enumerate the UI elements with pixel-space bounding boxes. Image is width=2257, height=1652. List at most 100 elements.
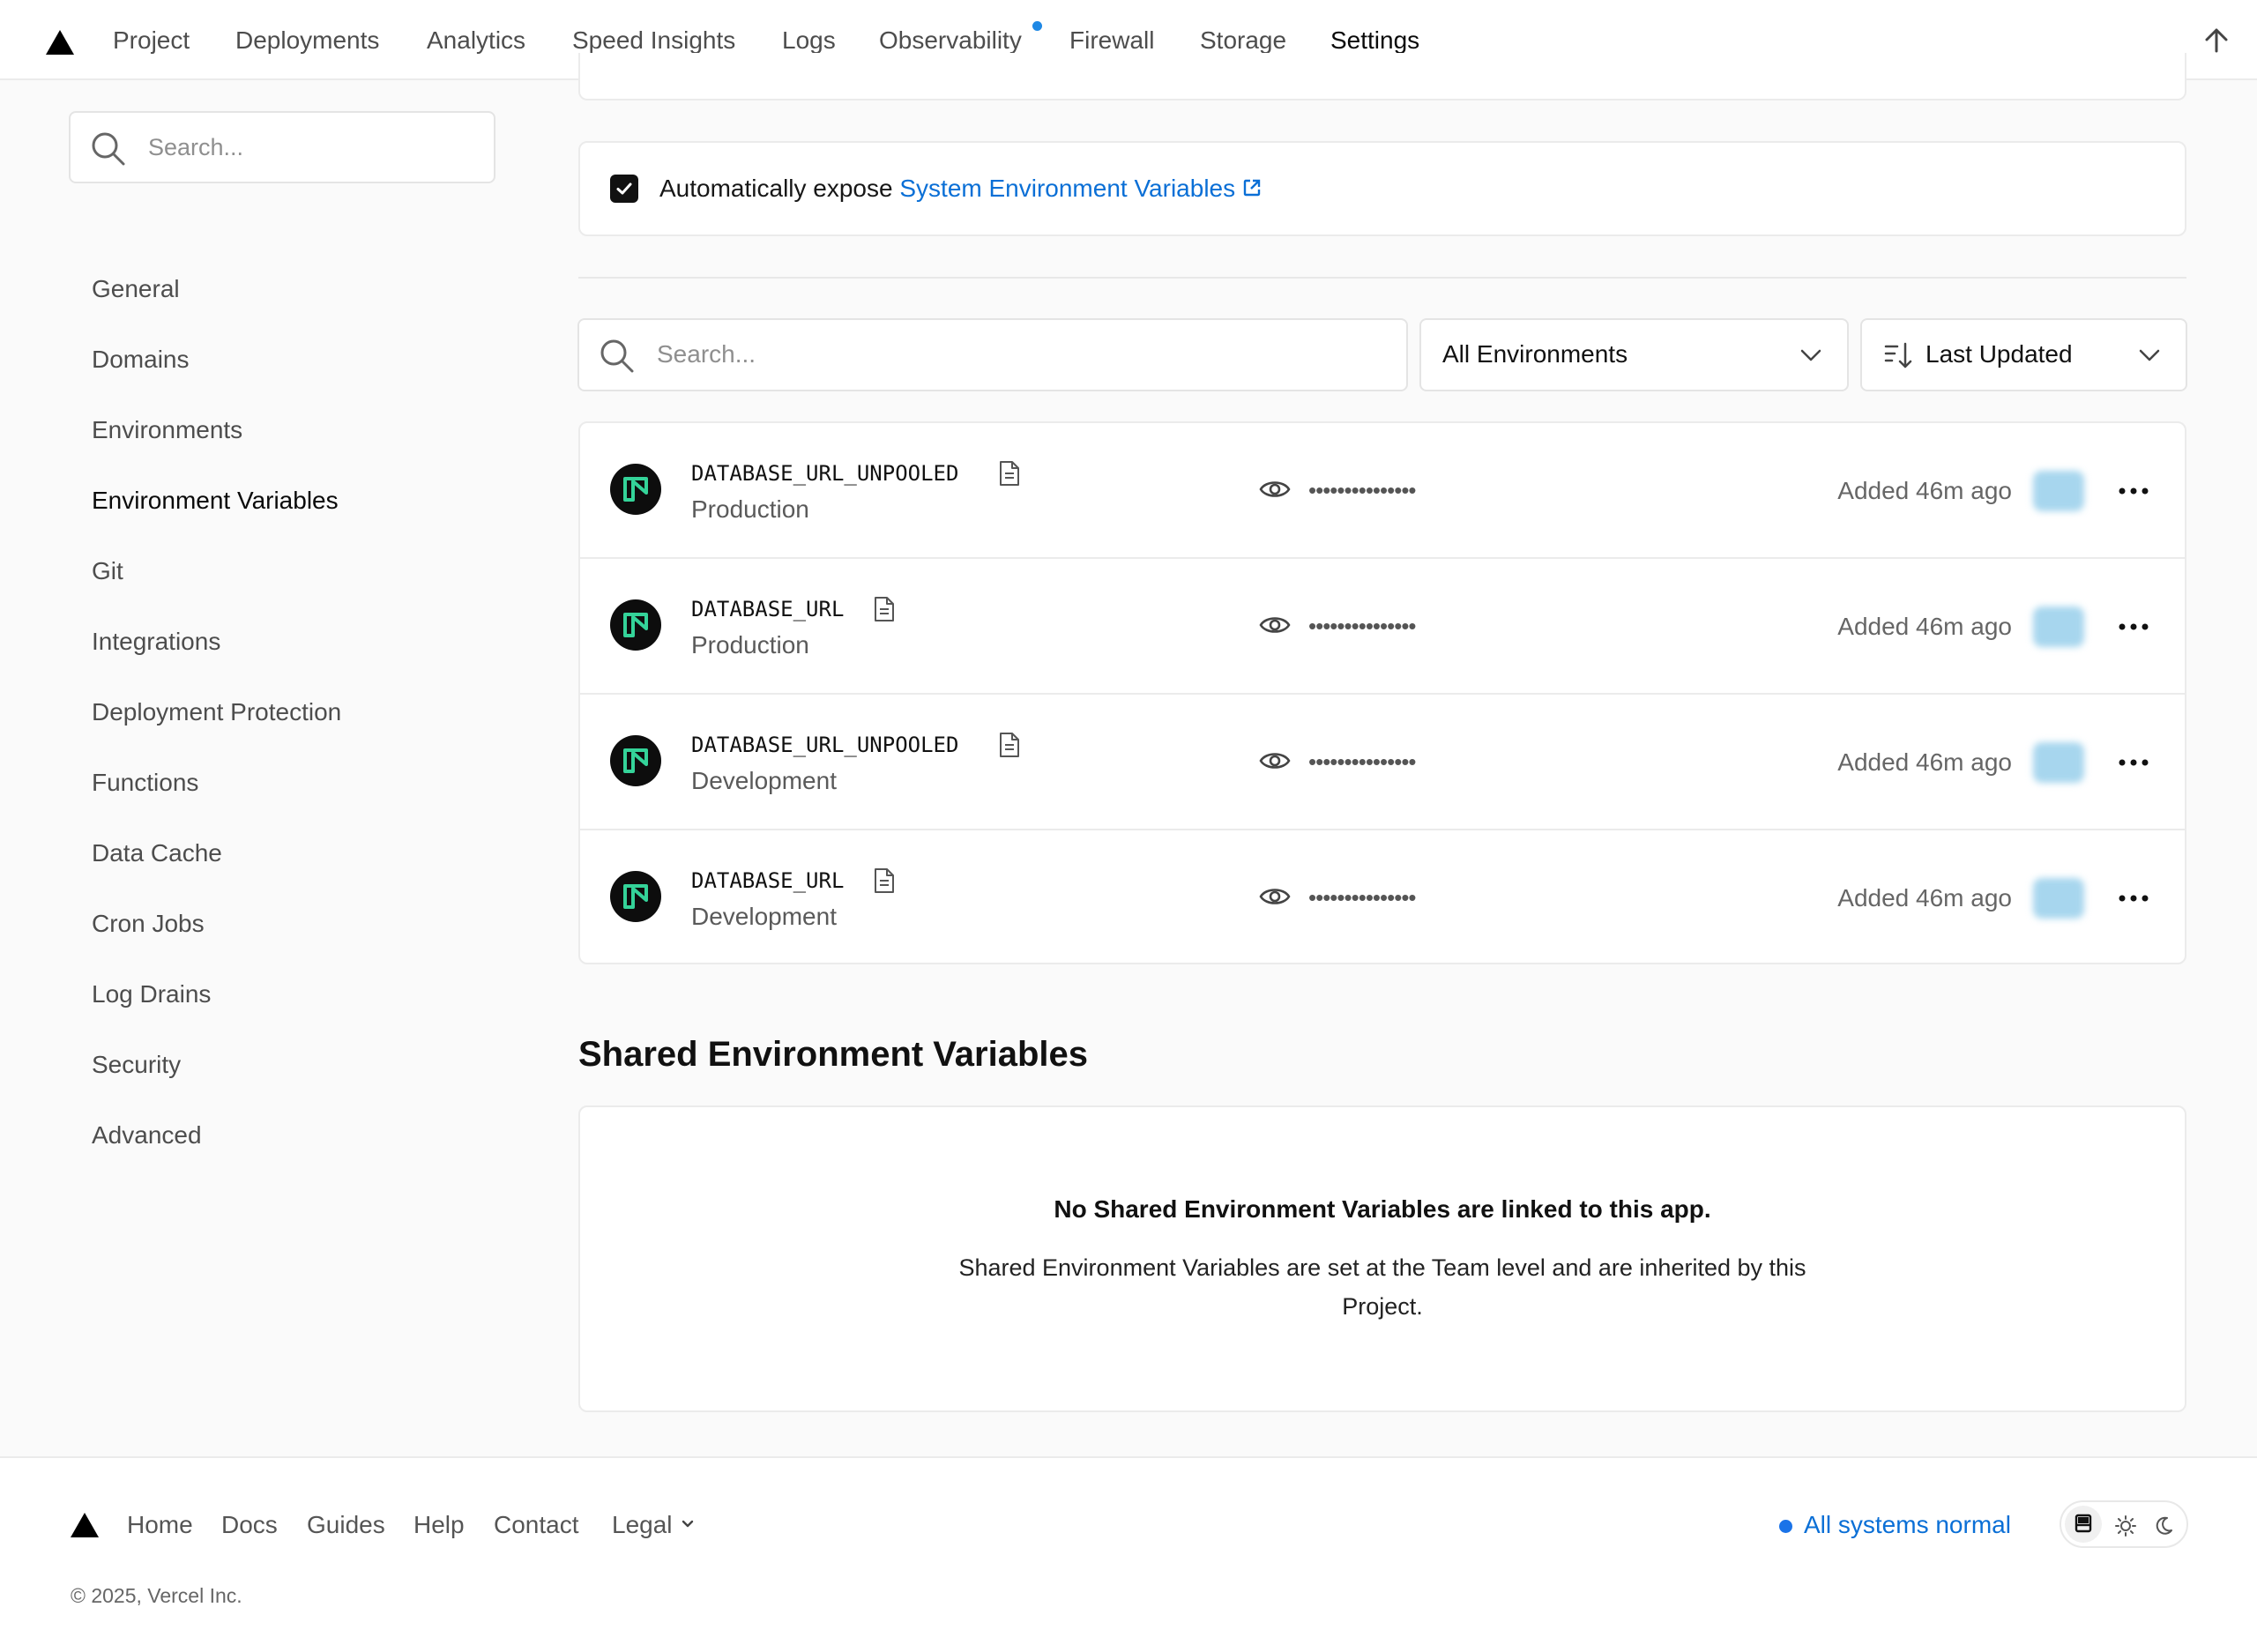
sidebar-item-deployment-protection[interactable]: Deployment Protection	[92, 695, 341, 730]
document-icon[interactable]	[998, 460, 1021, 487]
copyright: © 2025, Vercel Inc.	[71, 1584, 242, 1607]
sidebar-search-input[interactable]: Search...	[69, 111, 495, 183]
system-status-link[interactable]: All systems normal	[1779, 1502, 2011, 1548]
expose-system-vars-card: Automatically expose System Environment …	[578, 141, 2186, 236]
more-options-icon[interactable]	[2118, 480, 2149, 502]
variable-row[interactable]: DATABASE_URL Development •••••••••••••••…	[580, 830, 2185, 963]
variable-name: DATABASE_URL	[691, 597, 845, 621]
avatar	[2033, 742, 2084, 783]
previous-card-edge	[578, 53, 2186, 100]
status-dot	[1779, 1520, 1792, 1533]
eye-icon[interactable]	[1259, 476, 1291, 502]
check-icon	[616, 182, 632, 195]
more-options-icon[interactable]	[2118, 615, 2149, 638]
footer-link-legal[interactable]: Legal	[612, 1502, 696, 1548]
masked-value: •••••••••••••••	[1308, 613, 1417, 639]
sidebar-item-general[interactable]: General	[92, 272, 180, 307]
variable-row[interactable]: DATABASE_URL Production ••••••••••••••• …	[580, 559, 2185, 695]
empty-state-title: No Shared Environment Variables are link…	[1054, 1195, 1711, 1223]
more-options-icon[interactable]	[2118, 751, 2149, 774]
variable-row[interactable]: DATABASE_URL_UNPOOLED Development ••••••…	[580, 695, 2185, 830]
avatar	[2033, 606, 2084, 647]
masked-value: •••••••••••••••	[1308, 477, 1417, 503]
footer-link-guides[interactable]: Guides	[307, 1502, 385, 1548]
expose-text: Automatically expose	[659, 175, 893, 202]
document-icon[interactable]	[873, 596, 896, 622]
masked-value: •••••••••••••••	[1308, 748, 1417, 775]
sort-select[interactable]: Last Updated	[1860, 318, 2187, 391]
environment-select-value: All Environments	[1442, 340, 1628, 368]
sidebar-item-environment-variables[interactable]: Environment Variables	[92, 483, 339, 518]
sidebar-item-domains[interactable]: Domains	[92, 342, 189, 377]
footer-link-contact[interactable]: Contact	[494, 1502, 579, 1548]
chevron-down-icon	[682, 1520, 694, 1528]
arrow-up-icon[interactable]	[2199, 23, 2234, 58]
search-placeholder: Search...	[657, 340, 756, 368]
sidebar-item-log-drains[interactable]: Log Drains	[92, 977, 211, 1012]
sidebar-item-git[interactable]: Git	[92, 554, 123, 589]
monitor-icon	[2075, 1514, 2092, 1533]
variables-list: DATABASE_URL_UNPOOLED Production •••••••…	[578, 421, 2186, 964]
masked-value: •••••••••••••••	[1308, 884, 1417, 911]
footer-link-legal-label: Legal	[612, 1511, 673, 1538]
neon-logo-icon	[610, 599, 661, 651]
variable-environment: Development	[691, 903, 837, 930]
variable-environment: Development	[691, 767, 837, 794]
sidebar-item-functions[interactable]: Functions	[92, 765, 198, 800]
document-icon[interactable]	[873, 867, 896, 894]
footer-link-help[interactable]: Help	[413, 1502, 465, 1548]
sidebar-item-environments[interactable]: Environments	[92, 413, 242, 448]
added-time: Added 46m ago	[1837, 748, 2012, 776]
variable-environment: Production	[691, 495, 809, 523]
added-time: Added 46m ago	[1837, 613, 2012, 640]
tab-analytics[interactable]: Analytics	[427, 0, 525, 80]
search-icon	[600, 339, 634, 373]
expose-checkbox[interactable]	[610, 175, 638, 203]
expose-label: Automatically expose System Environment …	[659, 143, 1262, 234]
shared-variables-heading: Shared Environment Variables	[578, 1035, 1088, 1074]
vercel-logo-icon[interactable]	[71, 1513, 99, 1537]
sort-select-value: Last Updated	[1926, 340, 2073, 368]
sidebar-item-advanced[interactable]: Advanced	[92, 1118, 202, 1153]
tab-deployments[interactable]: Deployments	[235, 0, 379, 80]
eye-icon[interactable]	[1259, 748, 1291, 774]
sidebar-item-integrations[interactable]: Integrations	[92, 624, 220, 659]
new-indicator-dot	[1032, 21, 1042, 31]
variable-name: DATABASE_URL_UNPOOLED	[691, 461, 959, 486]
footer: Home Docs Guides Help Contact Legal All …	[0, 1456, 2257, 1652]
chevron-down-icon	[2139, 349, 2160, 361]
neon-logo-icon	[610, 464, 661, 515]
document-icon[interactable]	[998, 732, 1021, 758]
neon-logo-icon	[610, 871, 661, 922]
neon-logo-icon	[610, 735, 661, 786]
sidebar-item-cron-jobs[interactable]: Cron Jobs	[92, 906, 205, 941]
variable-name: DATABASE_URL	[691, 868, 845, 893]
theme-system-button[interactable]	[2065, 1506, 2102, 1543]
tab-project[interactable]: Project	[113, 0, 190, 80]
footer-link-docs[interactable]: Docs	[221, 1502, 278, 1548]
chevron-down-icon	[1800, 349, 1821, 361]
variable-row[interactable]: DATABASE_URL_UNPOOLED Production •••••••…	[580, 423, 2185, 559]
avatar	[2033, 878, 2084, 919]
search-placeholder: Search...	[148, 134, 244, 160]
system-status-text: All systems normal	[1804, 1511, 2011, 1538]
sun-icon[interactable]	[2107, 1507, 2144, 1544]
added-time: Added 46m ago	[1837, 477, 2012, 504]
vercel-logo-icon[interactable]	[46, 30, 74, 55]
variables-search-input[interactable]: Search...	[577, 318, 1408, 391]
sidebar-item-security[interactable]: Security	[92, 1047, 181, 1083]
eye-icon[interactable]	[1259, 612, 1291, 638]
system-env-vars-link-text: System Environment Variables	[899, 175, 1236, 202]
search-icon	[92, 132, 125, 166]
footer-link-home[interactable]: Home	[127, 1502, 193, 1548]
more-options-icon[interactable]	[2118, 887, 2149, 910]
environment-select[interactable]: All Environments	[1419, 318, 1849, 391]
eye-icon[interactable]	[1259, 883, 1291, 910]
variable-environment: Production	[691, 631, 809, 659]
moon-icon[interactable]	[2148, 1507, 2185, 1544]
sidebar-item-data-cache[interactable]: Data Cache	[92, 836, 222, 871]
external-link-icon	[1243, 179, 1261, 197]
system-env-vars-link[interactable]: System Environment Variables	[899, 175, 1262, 202]
empty-state-description: Shared Environment Variables are set at …	[958, 1254, 1806, 1320]
added-time: Added 46m ago	[1837, 884, 2012, 912]
